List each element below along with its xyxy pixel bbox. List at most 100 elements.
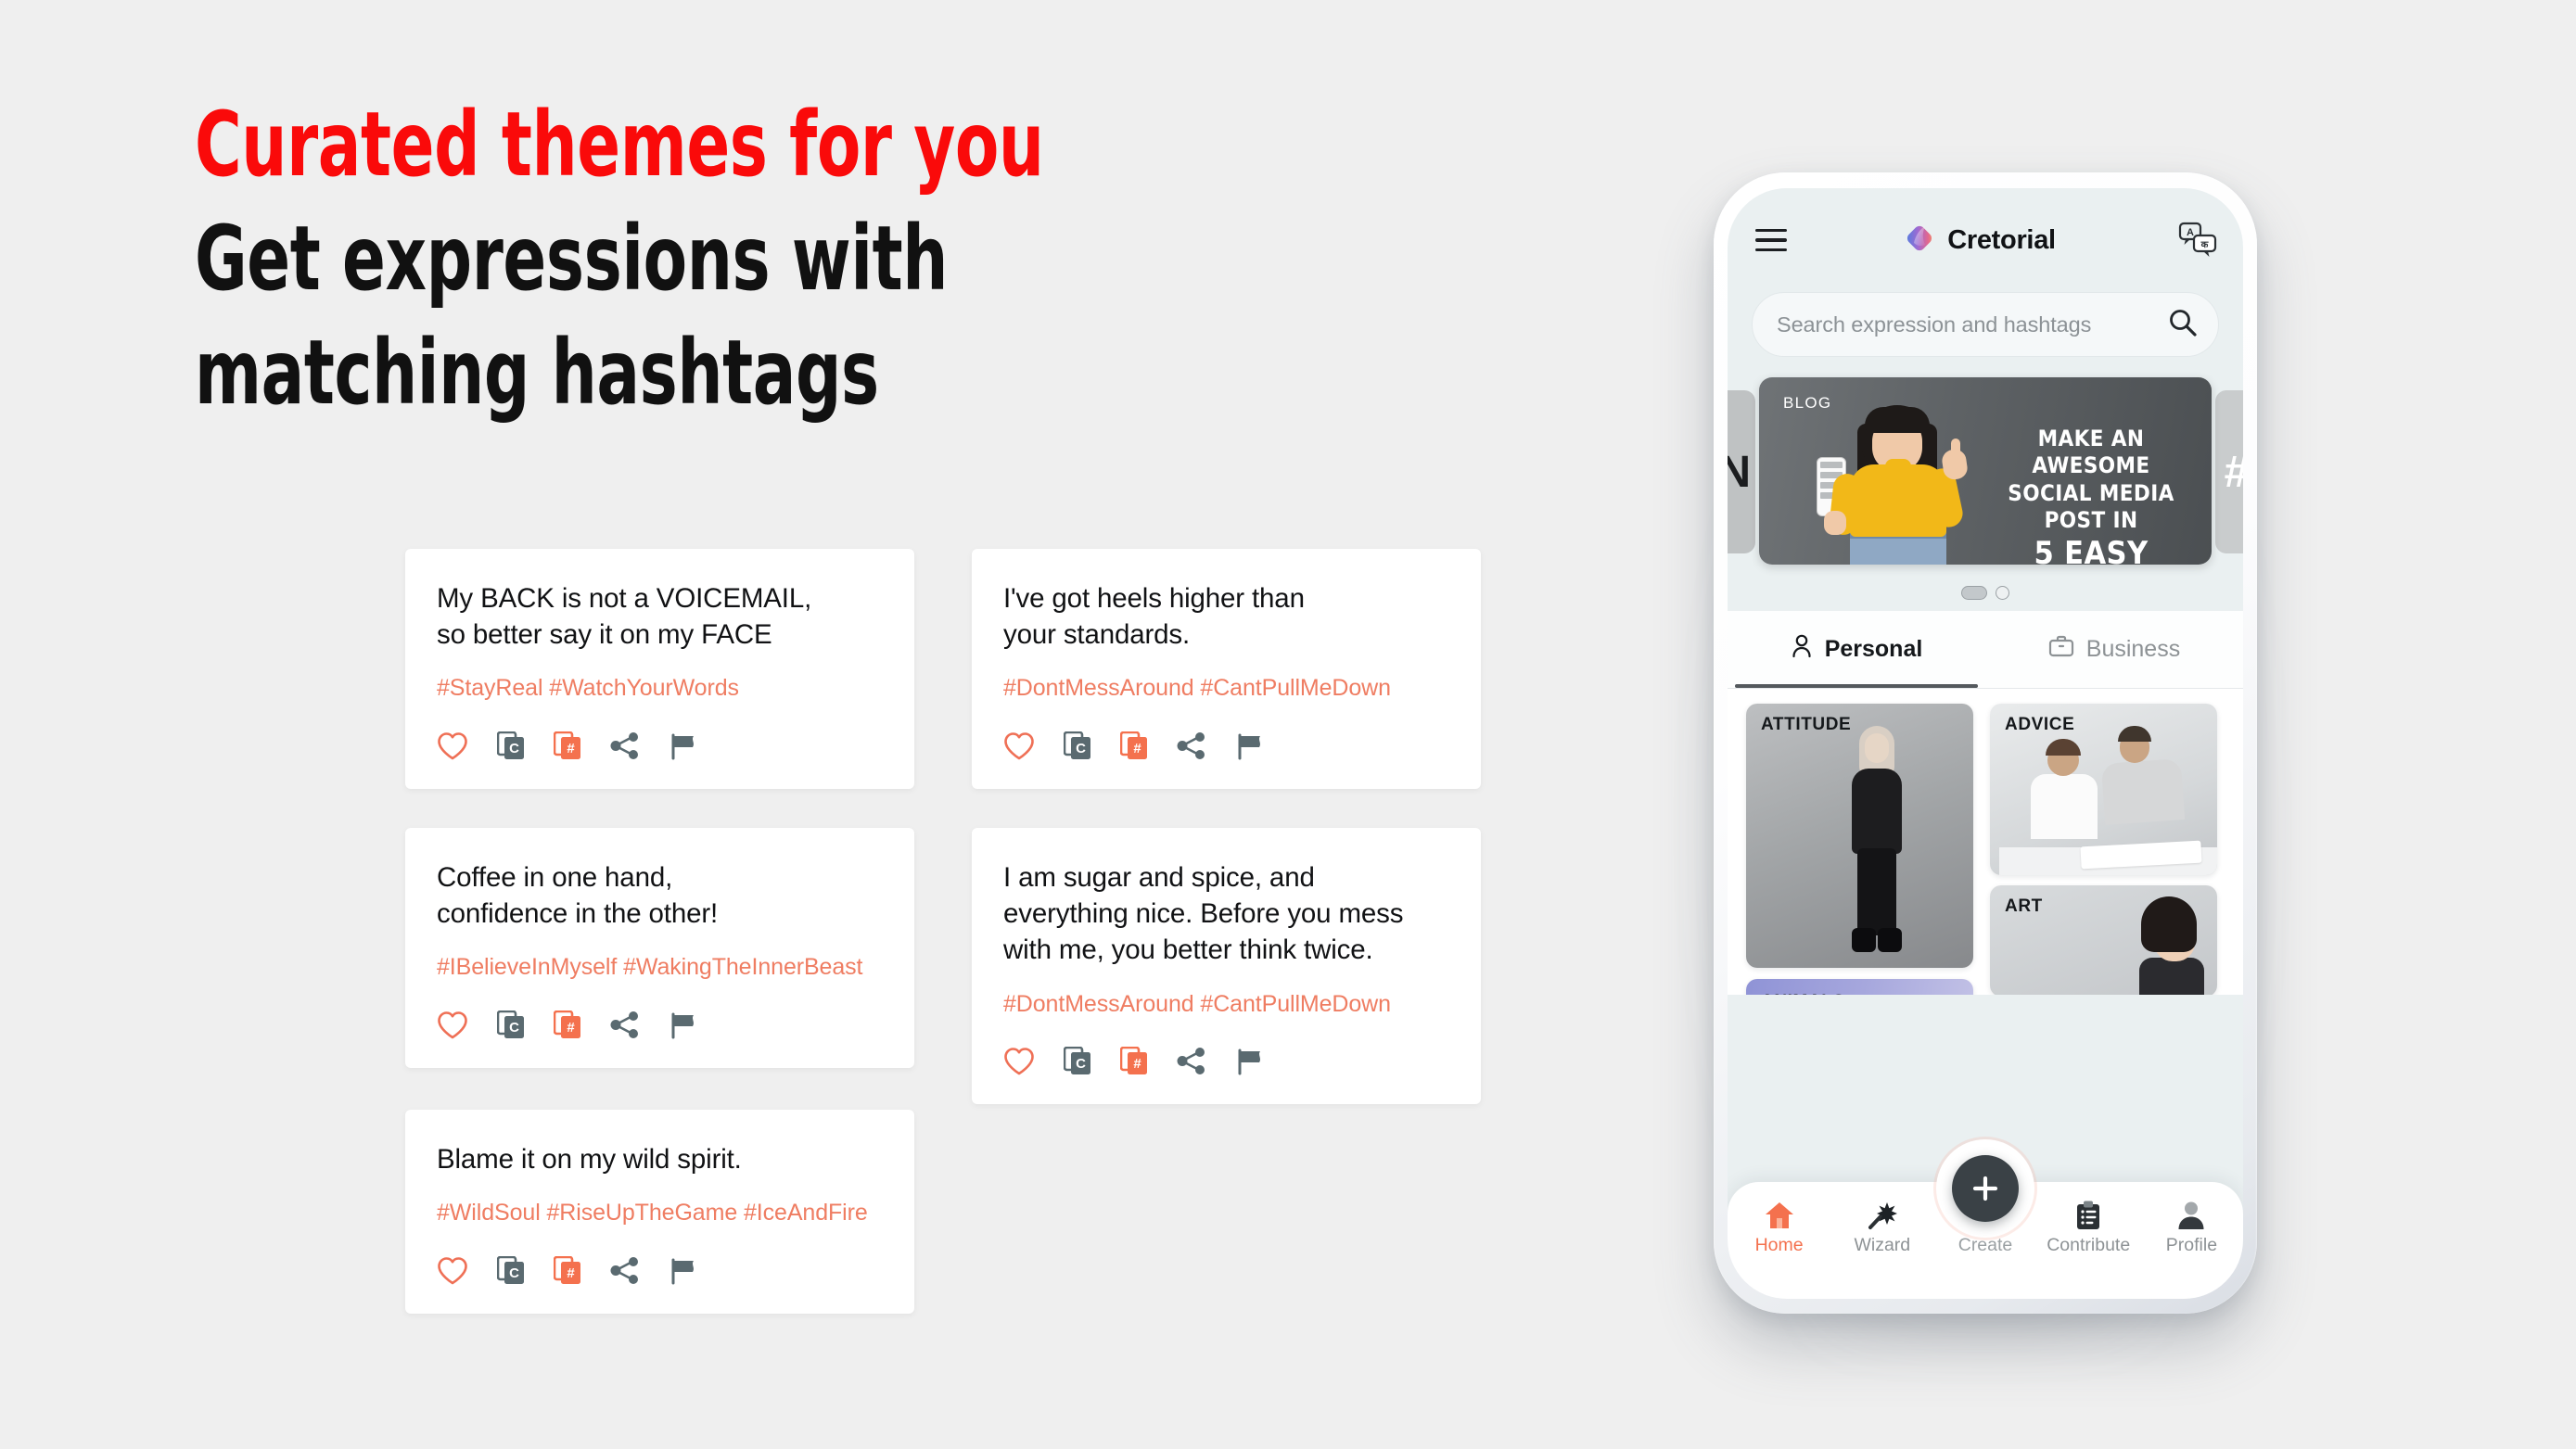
copy-expression-icon[interactable]: C: [496, 1255, 525, 1290]
share-icon[interactable]: [610, 731, 640, 765]
share-icon[interactable]: [1177, 731, 1206, 765]
copy-hashtags-icon[interactable]: #: [553, 1010, 581, 1044]
like-icon[interactable]: [1003, 731, 1035, 765]
category-image: [2126, 896, 2212, 995]
card-action-row: C #: [1003, 731, 1449, 765]
search-placeholder: Search expression and hashtags: [1777, 311, 2092, 337]
card-action-row: C #: [437, 1255, 883, 1290]
svg-text:क: क: [2200, 240, 2210, 250]
category-tile[interactable]: ATTITUDE: [1746, 704, 1973, 968]
like-icon[interactable]: [437, 1256, 468, 1290]
person-icon: [2176, 1199, 2206, 1230]
hashtag-text: #WildSoul #RiseUpTheGame #IceAndFire: [437, 1200, 868, 1227]
copy-expression-icon[interactable]: C: [496, 1010, 525, 1044]
nav-label-home: Home: [1754, 1235, 1804, 1255]
app-title: Cretorial: [1947, 224, 2056, 255]
expression-text: My BACK is not a VOICEMAIL, so better sa…: [437, 583, 812, 651]
expression-card-list: My BACK is not a VOICEMAIL, so better sa…: [405, 549, 1499, 1346]
tab-business-label: Business: [2085, 636, 2181, 662]
tab-personal[interactable]: Personal: [1728, 611, 1985, 688]
app-brand: Cretorial: [1781, 222, 2178, 259]
copy-expression-icon[interactable]: C: [1063, 731, 1091, 765]
svg-text:C: C: [509, 1020, 519, 1036]
nav-item-home[interactable]: Home: [1728, 1199, 1830, 1256]
app-header: Cretorial A क: [1728, 188, 2243, 292]
report-icon[interactable]: [669, 731, 698, 765]
banner-line-1: MAKE AN AWESOME: [2032, 426, 2150, 479]
expression-text: I've got heels higher than your standard…: [1003, 583, 1305, 651]
home-icon: [1764, 1199, 1795, 1230]
copy-expression-icon[interactable]: C: [496, 731, 525, 765]
hashtag-text: #IBelieveInMyself #WakingTheInnerBeast: [437, 954, 863, 981]
category-tile[interactable]: ART: [1990, 885, 2217, 995]
svg-text:A: A: [2187, 227, 2194, 238]
category-tile[interactable]: ANIMALS: [1746, 979, 1973, 995]
copy-expression-icon[interactable]: C: [1063, 1046, 1091, 1080]
svg-text:C: C: [1076, 1056, 1086, 1072]
bottom-navigation: Home Wizard Create Contribute Profile: [1728, 1139, 2243, 1299]
report-icon[interactable]: [1235, 731, 1265, 765]
translate-icon[interactable]: A क: [2178, 222, 2217, 259]
svg-text:#: #: [1133, 741, 1141, 756]
share-icon[interactable]: [610, 1256, 640, 1290]
share-icon[interactable]: [1177, 1047, 1206, 1080]
search-section: Search expression and hashtags: [1728, 292, 2243, 357]
carousel-peek-right[interactable]: #: [2215, 390, 2243, 553]
copy-hashtags-icon[interactable]: #: [553, 1255, 581, 1290]
like-icon[interactable]: [437, 731, 468, 765]
nav-label-wizard: Wizard: [1854, 1235, 1911, 1255]
svg-text:#: #: [567, 741, 575, 756]
expression-card[interactable]: Coffee in one hand, confidence in the ot…: [405, 828, 914, 1068]
category-tabs: Personal Business: [1728, 611, 2243, 689]
card-action-row: C #: [437, 731, 883, 765]
hashtag-text: #DontMessAround #CantPullMeDown: [1003, 990, 1391, 1017]
copy-hashtags-icon[interactable]: #: [1119, 1046, 1148, 1080]
expression-card[interactable]: I am sugar and spice, and everything nic…: [972, 828, 1481, 1105]
category-tile[interactable]: ADVICE: [1990, 704, 2217, 875]
share-icon[interactable]: [610, 1010, 640, 1044]
create-fab[interactable]: [1936, 1139, 2034, 1238]
svg-text:C: C: [509, 1265, 519, 1281]
headline-line-2: Get expressions with: [195, 206, 949, 311]
search-input[interactable]: Search expression and hashtags: [1752, 292, 2219, 357]
nav-item-profile[interactable]: Profile: [2140, 1199, 2243, 1256]
expression-card[interactable]: I've got heels higher than your standard…: [972, 549, 1481, 789]
carousel-peek-left[interactable]: N: [1728, 390, 1755, 553]
headline-accent-line: Curated themes for you: [195, 93, 1044, 197]
carousel-dot-active[interactable]: [1961, 585, 1987, 600]
svg-text:#: #: [567, 1265, 575, 1281]
banner-copy: MAKE AN AWESOME SOCIAL MEDIA POST IN 5 E…: [1985, 426, 2197, 565]
expression-card[interactable]: Blame it on my wild spirit. #WildSoul #R…: [405, 1110, 914, 1314]
tab-business[interactable]: Business: [1985, 611, 2243, 688]
nav-label-create: Create: [1958, 1235, 2013, 1255]
report-icon[interactable]: [1235, 1047, 1265, 1080]
nav-item-wizard[interactable]: Wizard: [1830, 1199, 1933, 1256]
banner-carousel[interactable]: N # BLOG: [1728, 377, 2243, 566]
copy-hashtags-icon[interactable]: #: [1119, 731, 1148, 765]
svg-text:C: C: [509, 741, 519, 756]
category-label: ADVICE: [2005, 715, 2075, 734]
category-grid: ATTITUDE ADVICE ART: [1728, 689, 2243, 995]
banner-slide[interactable]: BLOG MAKE AN AWESOME SOCIAL MEDIA POST I…: [1759, 377, 2212, 565]
svg-text:#: #: [1133, 1056, 1141, 1072]
copy-hashtags-icon[interactable]: #: [553, 731, 581, 765]
banner-illustration: [1813, 401, 1998, 565]
promo-page: Curated themes for you Get expressions w…: [0, 0, 2576, 1449]
report-icon[interactable]: [669, 1010, 698, 1044]
expression-card[interactable]: My BACK is not a VOICEMAIL, so better sa…: [405, 549, 914, 789]
hashtag-text: #StayReal #WatchYourWords: [437, 675, 739, 702]
nav-item-contribute[interactable]: Contribute: [2037, 1199, 2140, 1256]
like-icon[interactable]: [1003, 1047, 1035, 1080]
expression-text: Coffee in one hand, confidence in the ot…: [437, 862, 719, 930]
banner-line-3: 5 EASY STEPS: [2034, 535, 2149, 565]
tab-personal-label: Personal: [1824, 636, 1923, 662]
person-icon: [1791, 634, 1813, 665]
cretorial-logo-icon: [1904, 222, 1935, 259]
report-icon[interactable]: [669, 1256, 698, 1290]
category-label: ATTITUDE: [1761, 715, 1852, 734]
search-icon[interactable]: [2168, 308, 2198, 342]
briefcase-icon: [2048, 634, 2074, 665]
like-icon[interactable]: [437, 1010, 468, 1044]
plus-icon[interactable]: [1952, 1155, 2019, 1222]
carousel-dot-inactive[interactable]: [1996, 585, 2009, 600]
